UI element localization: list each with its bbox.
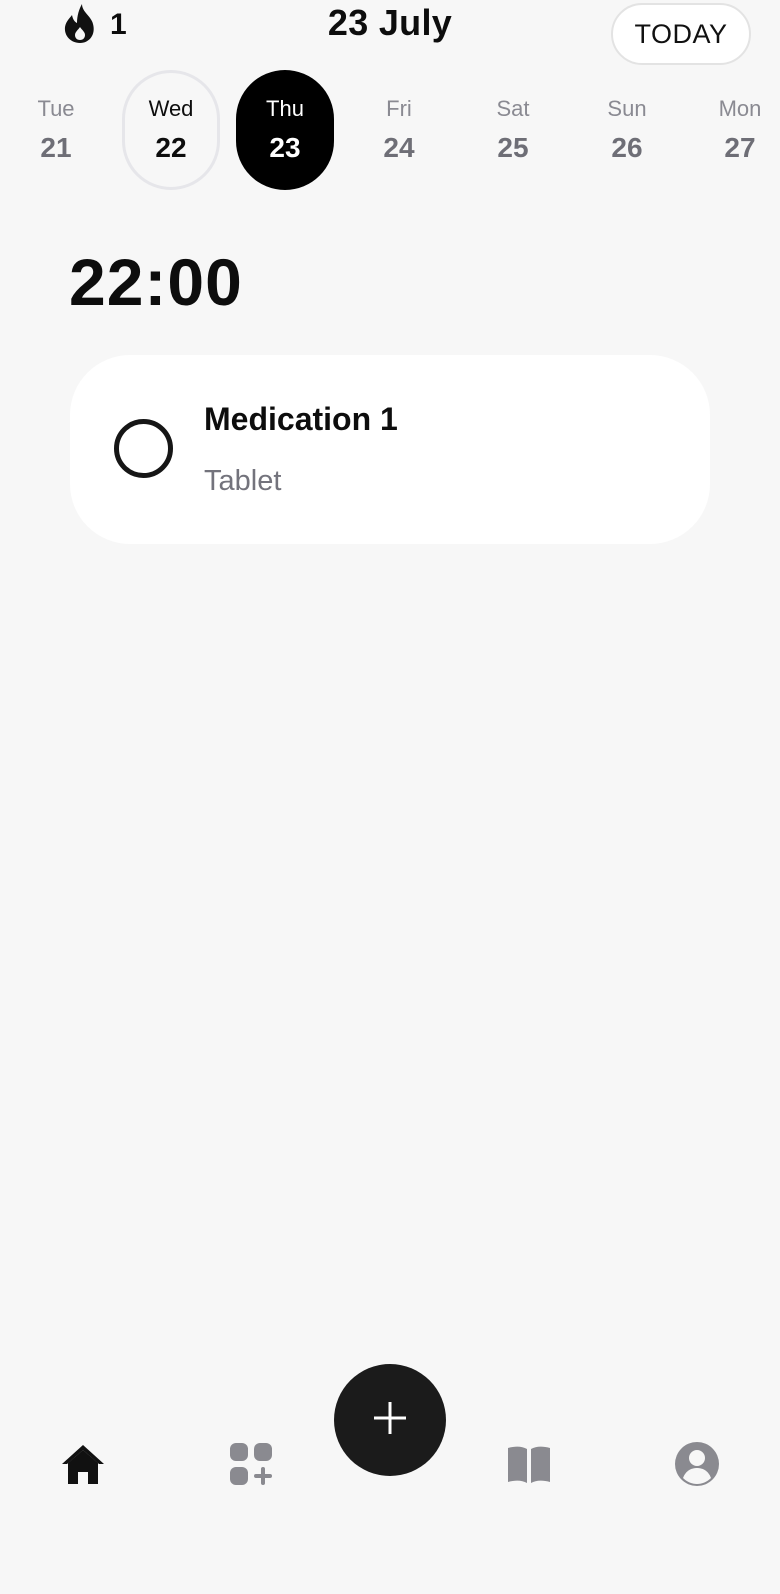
add-medication-button[interactable] [334,1364,446,1476]
taken-checkbox[interactable] [114,419,173,478]
home-icon [59,1440,107,1493]
day-name: Sun [607,96,647,121]
day-number: 25 [497,132,529,163]
medication-name: Medication 1 [204,401,398,437]
profile-icon [673,1440,721,1493]
day-chip-thu[interactable]: Thu 23 [236,70,334,190]
add-apps-icon [227,1440,275,1493]
time-slot-heading: 22:00 [69,245,243,319]
today-button[interactable]: TODAY [611,3,751,65]
day-chip-tue[interactable]: Tue 21 [7,70,105,190]
day-name: Sat [496,96,530,121]
week-day-strip: Tue 21 Wed 22 Thu 23 Fri 24 Sat 25 Sun 2… [0,70,780,190]
medication-form: Tablet [204,465,282,497]
nav-home[interactable] [59,1442,107,1490]
day-number: 23 [269,132,301,163]
day-number: 22 [155,132,187,163]
book-icon [505,1440,553,1493]
add-icon [370,1398,410,1443]
day-name: Tue [37,96,75,121]
day-name: Mon [718,96,762,121]
nav-add-apps[interactable] [227,1442,275,1490]
day-number: 26 [611,132,643,163]
day-chip-mon[interactable]: Mon 27 [691,70,780,190]
day-chip-wed[interactable]: Wed 22 [122,70,220,190]
nav-library[interactable] [505,1442,553,1490]
day-chip-sun[interactable]: Sun 26 [578,70,676,190]
day-chip-sat[interactable]: Sat 25 [464,70,562,190]
day-number: 27 [724,132,756,163]
day-number: 24 [383,132,415,163]
day-name: Wed [148,96,194,121]
day-number: 21 [40,132,72,163]
day-chip-fri[interactable]: Fri 24 [350,70,448,190]
day-name: Fri [386,96,412,121]
day-name: Thu [266,96,304,121]
app-root: 1 23 July TODAY Tue 21 Wed 22 Thu 23 Fri… [0,0,780,1594]
medication-card[interactable]: Medication 1 Tablet [70,355,710,544]
nav-profile[interactable] [673,1440,721,1493]
